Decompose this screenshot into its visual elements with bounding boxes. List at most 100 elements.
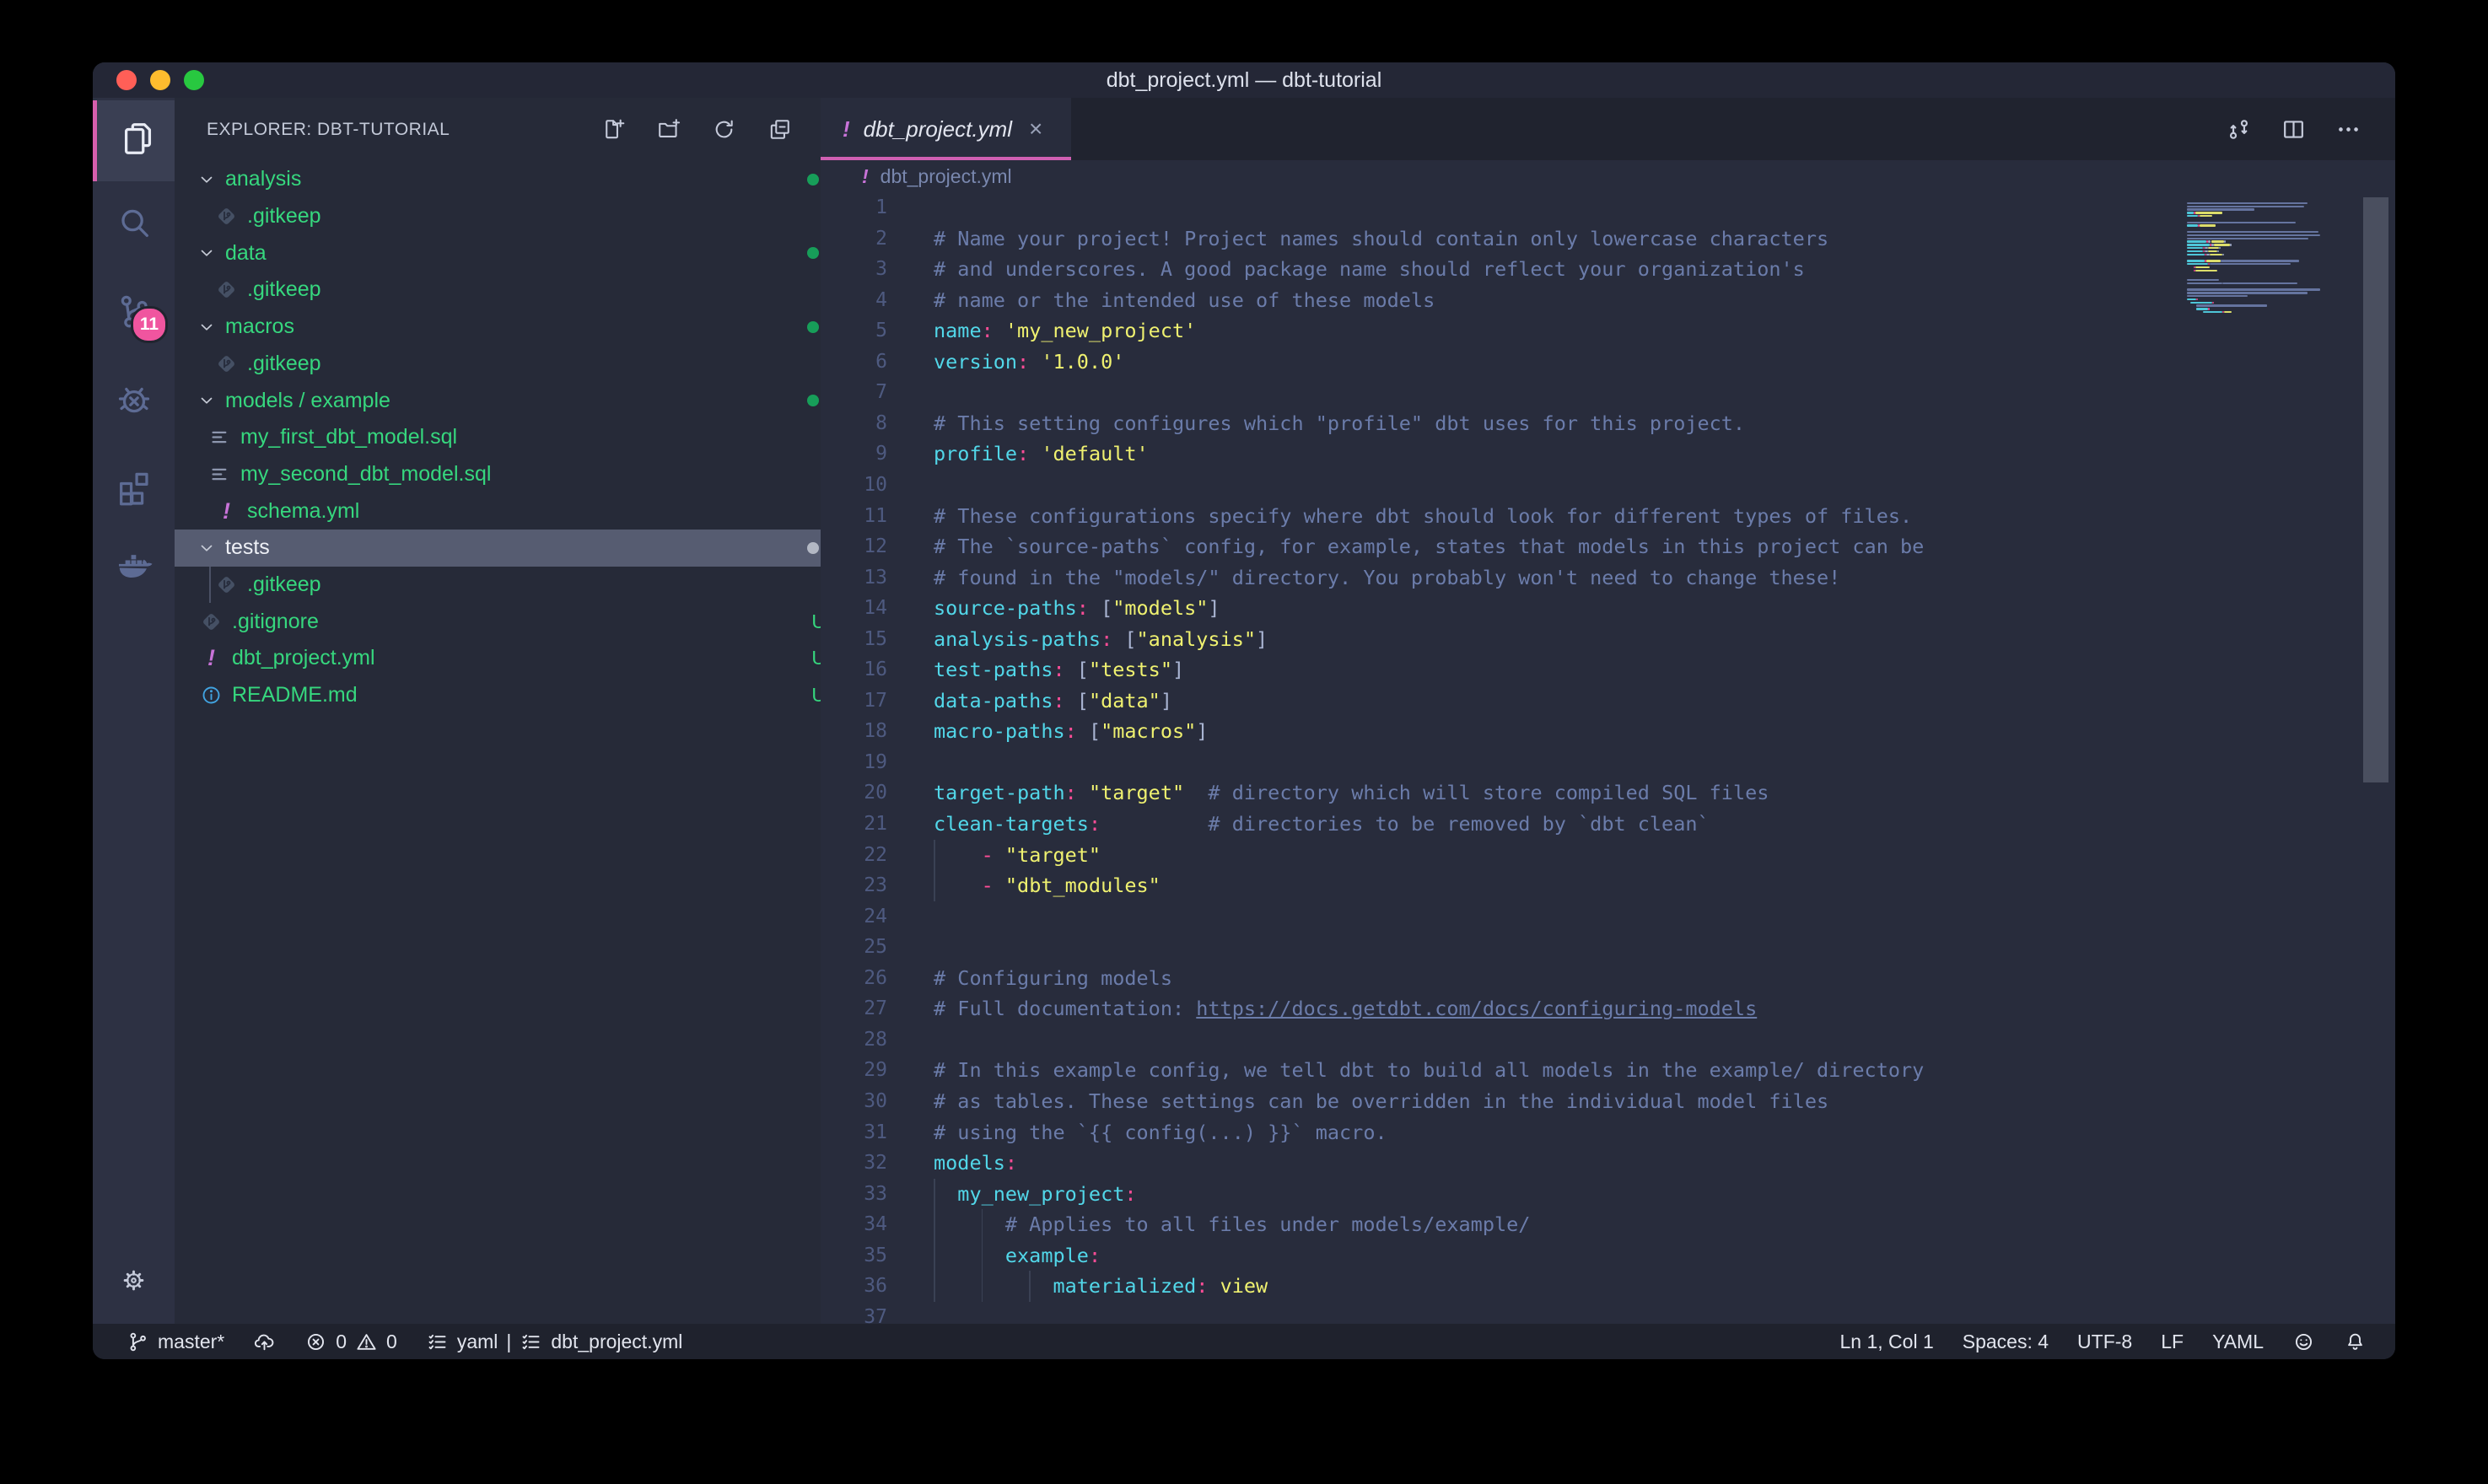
code-line[interactable]: 33 my_new_project: bbox=[821, 1179, 2395, 1210]
code-line[interactable]: 7 bbox=[821, 377, 2395, 408]
code-line[interactable]: 21clean-targets: # directories to be rem… bbox=[821, 809, 2395, 840]
code-line[interactable]: 23 - "dbt_modules" bbox=[821, 870, 2395, 901]
code-line[interactable]: 35 example: bbox=[821, 1240, 2395, 1272]
tree-item--gitignore[interactable]: .gitignoreU bbox=[175, 603, 846, 640]
tree-item--gitkeep[interactable]: .gitkeepU bbox=[175, 346, 861, 383]
tree-item--gitkeep[interactable]: .gitkeepU bbox=[175, 198, 861, 235]
code-line[interactable]: 8# This setting configures which "profil… bbox=[821, 408, 2395, 439]
tree-item-schema-yml[interactable]: !schema.ymlU bbox=[175, 492, 861, 530]
refresh-icon[interactable] bbox=[712, 117, 736, 142]
activity-item-docker[interactable] bbox=[93, 527, 175, 608]
code-line[interactable]: 31# using the `{{ config(...) }}` macro. bbox=[821, 1117, 2395, 1148]
more-actions-icon[interactable] bbox=[2335, 116, 2361, 142]
tree-item-label: .gitkeep bbox=[247, 277, 321, 302]
git-file-icon bbox=[200, 610, 223, 633]
titlebar[interactable]: dbt_project.yml — dbt-tutorial bbox=[93, 62, 2395, 98]
indentation-setting[interactable]: Spaces: 4 bbox=[1963, 1331, 2049, 1353]
tree-item-my-first-dbt-model-sql[interactable]: my_first_dbt_model.sqlU bbox=[175, 419, 854, 456]
activity-item-debug[interactable] bbox=[93, 360, 175, 441]
code-line[interactable]: 1 bbox=[821, 192, 2395, 223]
code-line[interactable]: 24 bbox=[821, 901, 2395, 933]
code-line[interactable]: 10 bbox=[821, 470, 2395, 501]
editor-actions bbox=[2226, 98, 2361, 160]
tree-item-tests[interactable]: tests bbox=[175, 530, 843, 567]
line-number: 15 bbox=[821, 624, 887, 655]
tree-item-label: tests bbox=[225, 535, 270, 560]
git-file-icon bbox=[215, 205, 238, 228]
tree-item-macros[interactable]: macros bbox=[175, 309, 843, 346]
code-line[interactable]: 28 bbox=[821, 1024, 2395, 1056]
code-line[interactable]: 27# Full documentation: https://docs.get… bbox=[821, 993, 2395, 1024]
code-line[interactable]: 37 bbox=[821, 1302, 2395, 1324]
sync-button[interactable] bbox=[253, 1331, 276, 1353]
yaml-schema-status[interactable]: yaml | dbt_project.yml bbox=[426, 1331, 683, 1353]
new-folder-icon[interactable] bbox=[656, 117, 681, 142]
code-line[interactable]: 4# name or the intended use of these mod… bbox=[821, 285, 2395, 316]
language-mode[interactable]: YAML bbox=[2212, 1331, 2264, 1353]
code-line[interactable]: 13# found in the "models/" directory. Yo… bbox=[821, 562, 2395, 594]
code-line[interactable]: 22 - "target" bbox=[821, 840, 2395, 871]
code-line[interactable]: 30# as tables. These settings can be ove… bbox=[821, 1086, 2395, 1117]
activity-item-search[interactable] bbox=[93, 185, 175, 266]
code-line[interactable]: 36 materialized: view bbox=[821, 1271, 2395, 1302]
activity-item-source-control[interactable]: 11 bbox=[93, 272, 175, 353]
scm-changes-badge: 11 bbox=[131, 306, 168, 343]
tree-item-readme-md[interactable]: README.mdU bbox=[175, 677, 846, 714]
indent-guide bbox=[934, 840, 935, 901]
code-line[interactable]: 3# and underscores. A good package name … bbox=[821, 254, 2395, 285]
line-number: 28 bbox=[821, 1024, 887, 1056]
tab-dbt-project-yml[interactable]: ! dbt_project.yml × bbox=[821, 98, 1071, 160]
code-line[interactable]: 11# These configurations specify where d… bbox=[821, 501, 2395, 532]
line-number: 23 bbox=[821, 870, 887, 901]
line-number: 5 bbox=[821, 315, 887, 347]
tree-item-analysis[interactable]: analysis bbox=[175, 161, 843, 198]
tree-item-my-second-dbt-model-sql[interactable]: my_second_dbt_model.sqlU bbox=[175, 456, 854, 493]
eol-setting[interactable]: LF bbox=[2161, 1331, 2184, 1353]
activity-item-extensions[interactable] bbox=[93, 448, 175, 529]
line-number: 11 bbox=[821, 501, 887, 532]
code-line[interactable]: 26# Configuring models bbox=[821, 963, 2395, 994]
problems-indicator[interactable]: 0 0 bbox=[304, 1331, 397, 1353]
debug-icon bbox=[115, 379, 153, 422]
activity-item-explorer[interactable] bbox=[93, 100, 179, 181]
code-line[interactable]: 25 bbox=[821, 932, 2395, 963]
open-changes-icon[interactable] bbox=[2226, 116, 2252, 142]
cursor-position[interactable]: Ln 1, Col 1 bbox=[1840, 1331, 1934, 1353]
code-line[interactable]: 29# In this example config, we tell dbt … bbox=[821, 1055, 2395, 1086]
yaml-file-icon: ! bbox=[200, 647, 223, 669]
tab-close-icon[interactable]: × bbox=[1029, 116, 1042, 142]
doc-link[interactable]: https://docs.getdbt.com/docs/configuring… bbox=[1196, 997, 1757, 1020]
tree-item-dbt-project-yml[interactable]: !dbt_project.ymlU bbox=[175, 640, 846, 677]
tree-item-models-example[interactable]: models / example bbox=[175, 382, 843, 419]
line-number: 3 bbox=[821, 254, 887, 285]
line-number: 21 bbox=[821, 809, 887, 840]
code-editor[interactable]: 12# Name your project! Project names sho… bbox=[821, 192, 2395, 1324]
feedback-smiley-icon[interactable] bbox=[2292, 1331, 2315, 1353]
tree-item-data[interactable]: data bbox=[175, 234, 843, 272]
split-editor-icon[interactable] bbox=[2281, 116, 2307, 142]
code-line[interactable]: 5name: 'my_new_project' bbox=[821, 315, 2395, 347]
code-line[interactable]: 34 # Applies to all files under models/e… bbox=[821, 1209, 2395, 1240]
notifications-bell-icon[interactable] bbox=[2344, 1331, 2367, 1353]
tree-item--gitkeep[interactable]: .gitkeepU bbox=[175, 567, 861, 604]
branch-indicator[interactable]: master* bbox=[127, 1331, 224, 1353]
settings-gear-icon[interactable] bbox=[93, 1239, 175, 1320]
code-line[interactable]: 32models: bbox=[821, 1148, 2395, 1179]
code-line[interactable]: 17data-paths: ["data"] bbox=[821, 686, 2395, 717]
code-line[interactable]: 19 bbox=[821, 747, 2395, 778]
code-line[interactable]: 20target-path: "target" # directory whic… bbox=[821, 777, 2395, 809]
code-line[interactable]: 9profile: 'default' bbox=[821, 438, 2395, 470]
docker-icon bbox=[115, 546, 153, 589]
code-line[interactable]: 15analysis-paths: ["analysis"] bbox=[821, 624, 2395, 655]
code-line[interactable]: 12# The `source-paths` config, for examp… bbox=[821, 531, 2395, 562]
code-line[interactable]: 2# Name your project! Project names shou… bbox=[821, 223, 2395, 255]
collapse-all-icon[interactable] bbox=[767, 117, 792, 142]
code-line[interactable]: 14source-paths: ["models"] bbox=[821, 593, 2395, 624]
code-line[interactable]: 6version: '1.0.0' bbox=[821, 347, 2395, 378]
breadcrumb[interactable]: ! dbt_project.yml bbox=[821, 160, 2395, 192]
tree-item--gitkeep[interactable]: .gitkeepU bbox=[175, 272, 861, 309]
code-line[interactable]: 16test-paths: ["tests"] bbox=[821, 654, 2395, 686]
new-file-icon[interactable] bbox=[600, 117, 625, 142]
encoding-setting[interactable]: UTF-8 bbox=[2077, 1331, 2132, 1353]
code-line[interactable]: 18macro-paths: ["macros"] bbox=[821, 716, 2395, 747]
